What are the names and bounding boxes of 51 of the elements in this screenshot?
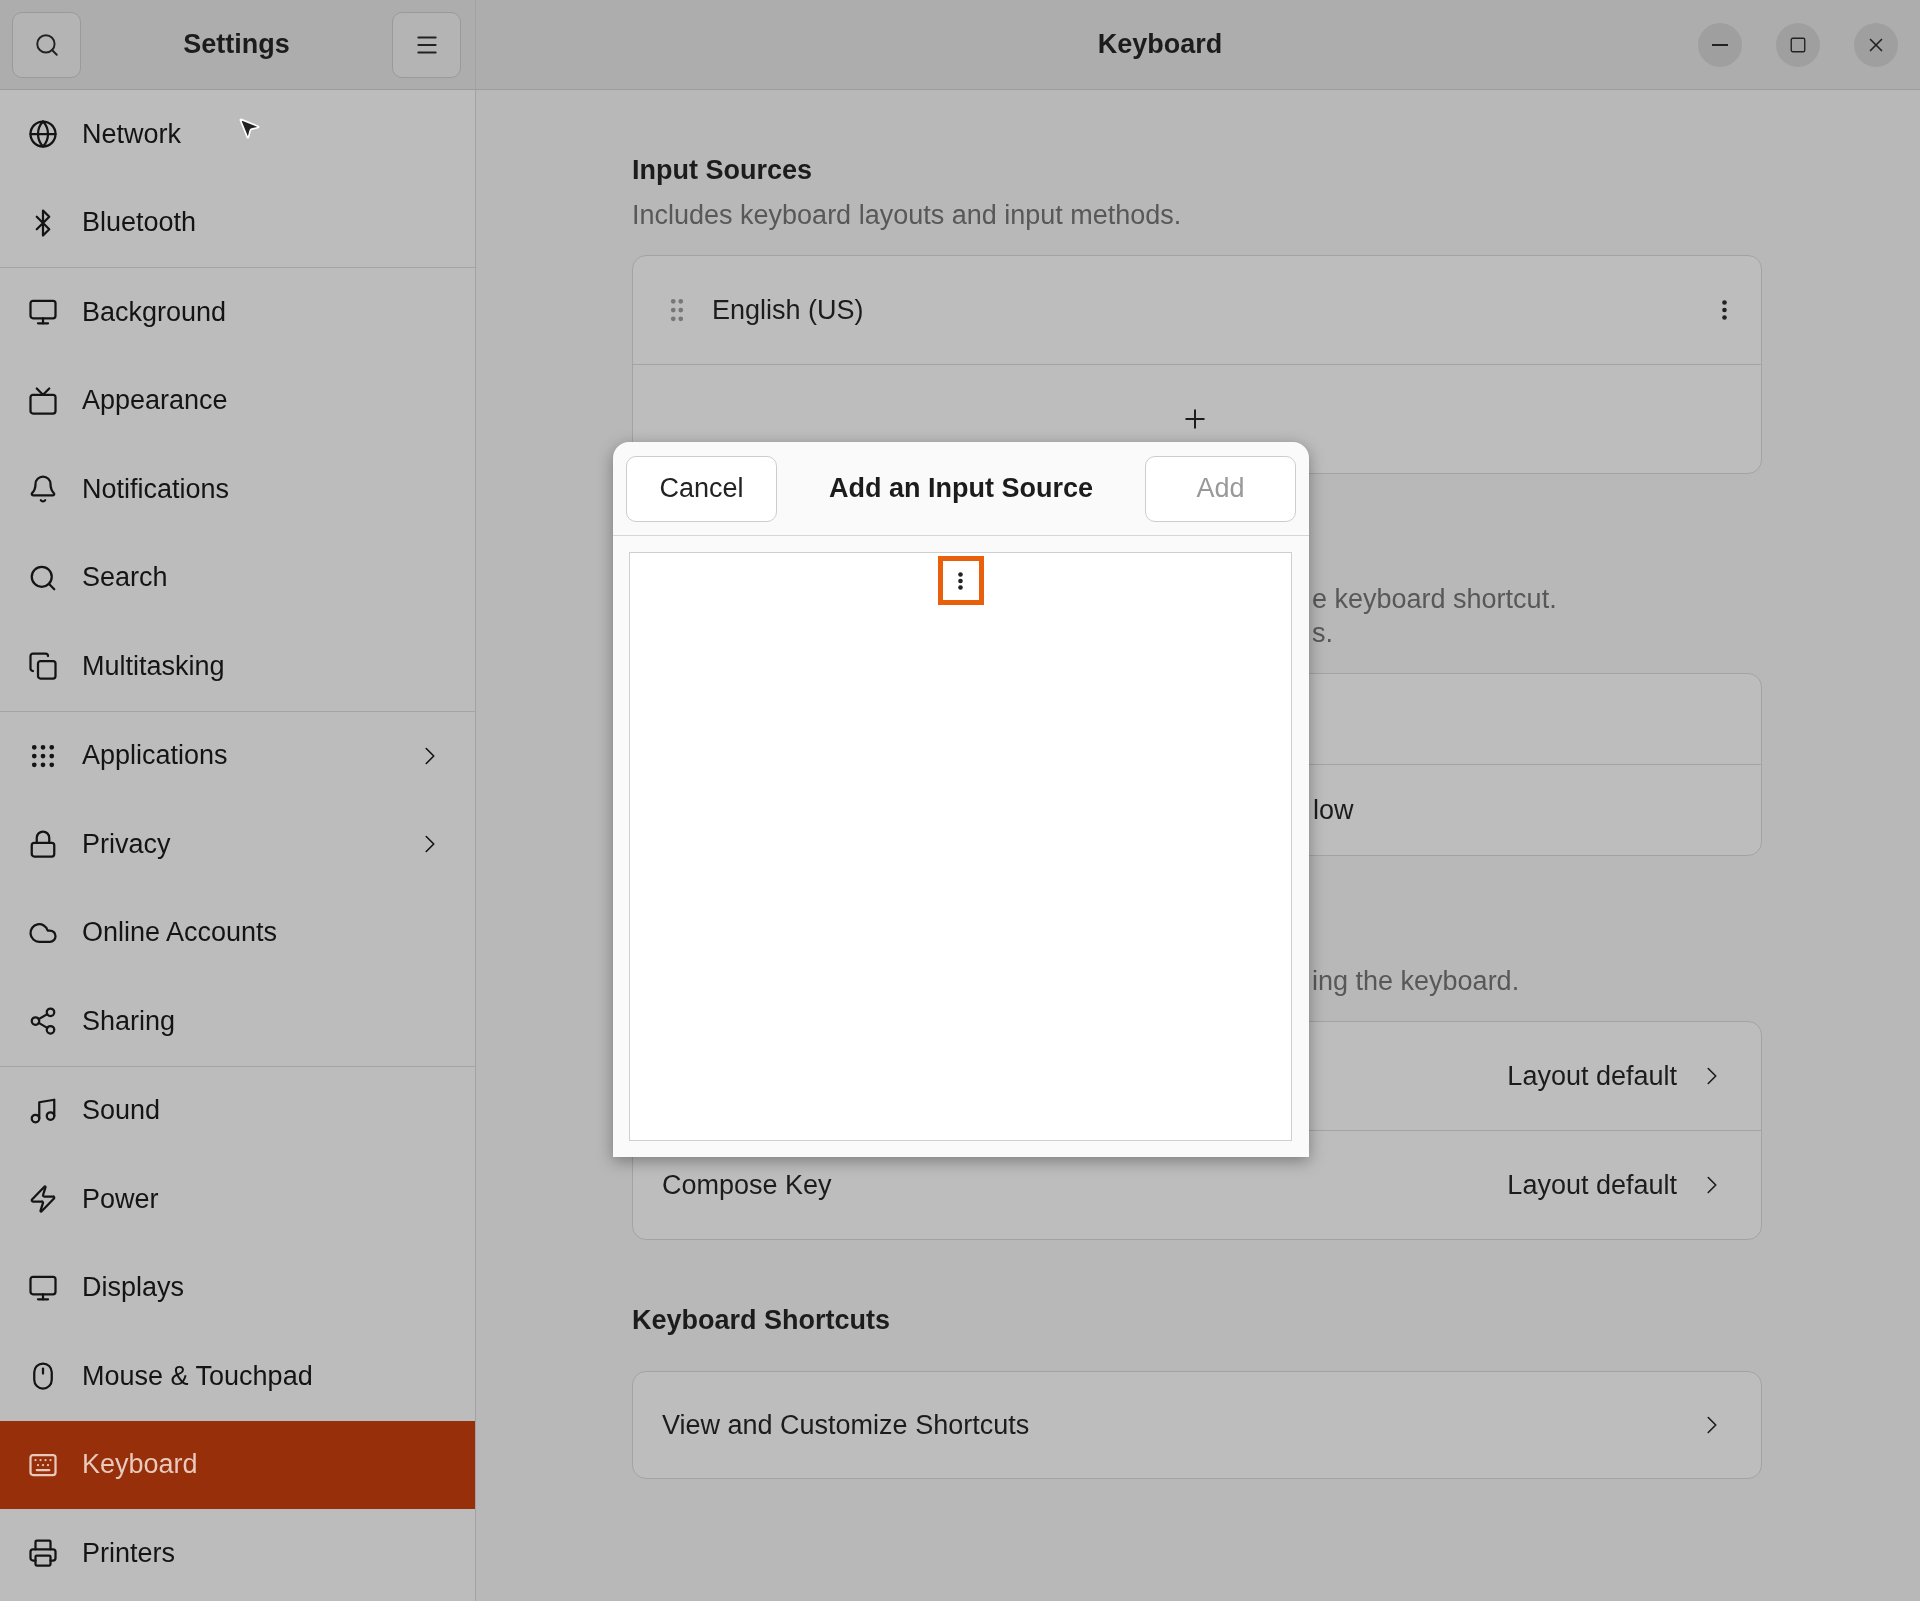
printer-icon	[28, 1538, 58, 1569]
menu-button[interactable]	[392, 11, 461, 78]
window-title: Keyboard	[1096, 29, 1224, 60]
row-label: Compose Key	[662, 1169, 833, 1201]
search-button[interactable]	[12, 11, 81, 78]
bell-icon	[28, 474, 58, 505]
row-value: Layout default	[1507, 1169, 1677, 1201]
section-description: s.	[1312, 617, 1333, 650]
sidebar-item[interactable]: Background	[0, 268, 475, 357]
sidebar-item[interactable]: Sharing	[0, 977, 475, 1066]
more-button[interactable]	[937, 556, 984, 605]
sidebar-item[interactable]: Appearance	[0, 356, 475, 445]
globe-icon	[28, 119, 58, 150]
lightning-icon	[28, 1184, 58, 1215]
screen-icon	[28, 385, 58, 416]
sidebar-item[interactable]: Sound	[0, 1066, 475, 1155]
sidebar-item[interactable]: Online Accounts	[0, 888, 475, 977]
sidebar-item[interactable]: Mouse & Touchpad	[0, 1332, 475, 1421]
section-description: ing the keyboard.	[1312, 965, 1520, 998]
cancel-button[interactable]: Cancel	[626, 455, 777, 522]
sidebar-item[interactable]: Applications	[0, 711, 475, 800]
sidebar-item[interactable]: Printers	[0, 1509, 475, 1598]
maximize-icon	[1789, 35, 1807, 54]
sidebar-item[interactable]: Power	[0, 1155, 475, 1244]
close-button[interactable]	[1854, 22, 1898, 67]
sidebar-item[interactable]: Displays	[0, 1243, 475, 1332]
sidebar-item[interactable]: Notifications	[0, 445, 475, 534]
sidebar-item[interactable]: Multitasking	[0, 622, 475, 711]
section-title: Input Sources	[632, 154, 814, 187]
lock-icon	[28, 829, 58, 860]
row-label: View and Customize Shortcuts	[662, 1409, 1031, 1441]
more-icon	[1722, 300, 1727, 320]
overlapping-squares-icon	[28, 651, 58, 682]
section-title: Keyboard Shortcuts	[632, 1304, 892, 1337]
sidebar-item[interactable]: Keyboard	[0, 1420, 475, 1509]
input-source-row[interactable]: English (US)	[633, 256, 1761, 364]
dialog-title: Add an Input Source	[828, 473, 1094, 504]
sidebar-item[interactable]: Privacy	[0, 800, 475, 889]
more-icon	[958, 571, 963, 590]
sidebar-item[interactable]: Bluetooth	[0, 178, 475, 267]
minimize-icon	[1712, 43, 1728, 46]
sidebar-item[interactable]: Search	[0, 533, 475, 622]
sidebar-title: Settings	[182, 29, 291, 60]
sidebar-item[interactable]: Network	[0, 90, 475, 179]
share-icon	[28, 1006, 58, 1037]
search-icon	[33, 31, 60, 58]
section-description: Includes keyboard layouts and input methods.	[632, 199, 1183, 232]
row-value: Layout default	[1507, 1060, 1677, 1092]
row-label: low	[1313, 794, 1354, 826]
maximize-button[interactable]	[1776, 22, 1820, 67]
section-description: e keyboard shortcut.	[1312, 583, 1557, 616]
